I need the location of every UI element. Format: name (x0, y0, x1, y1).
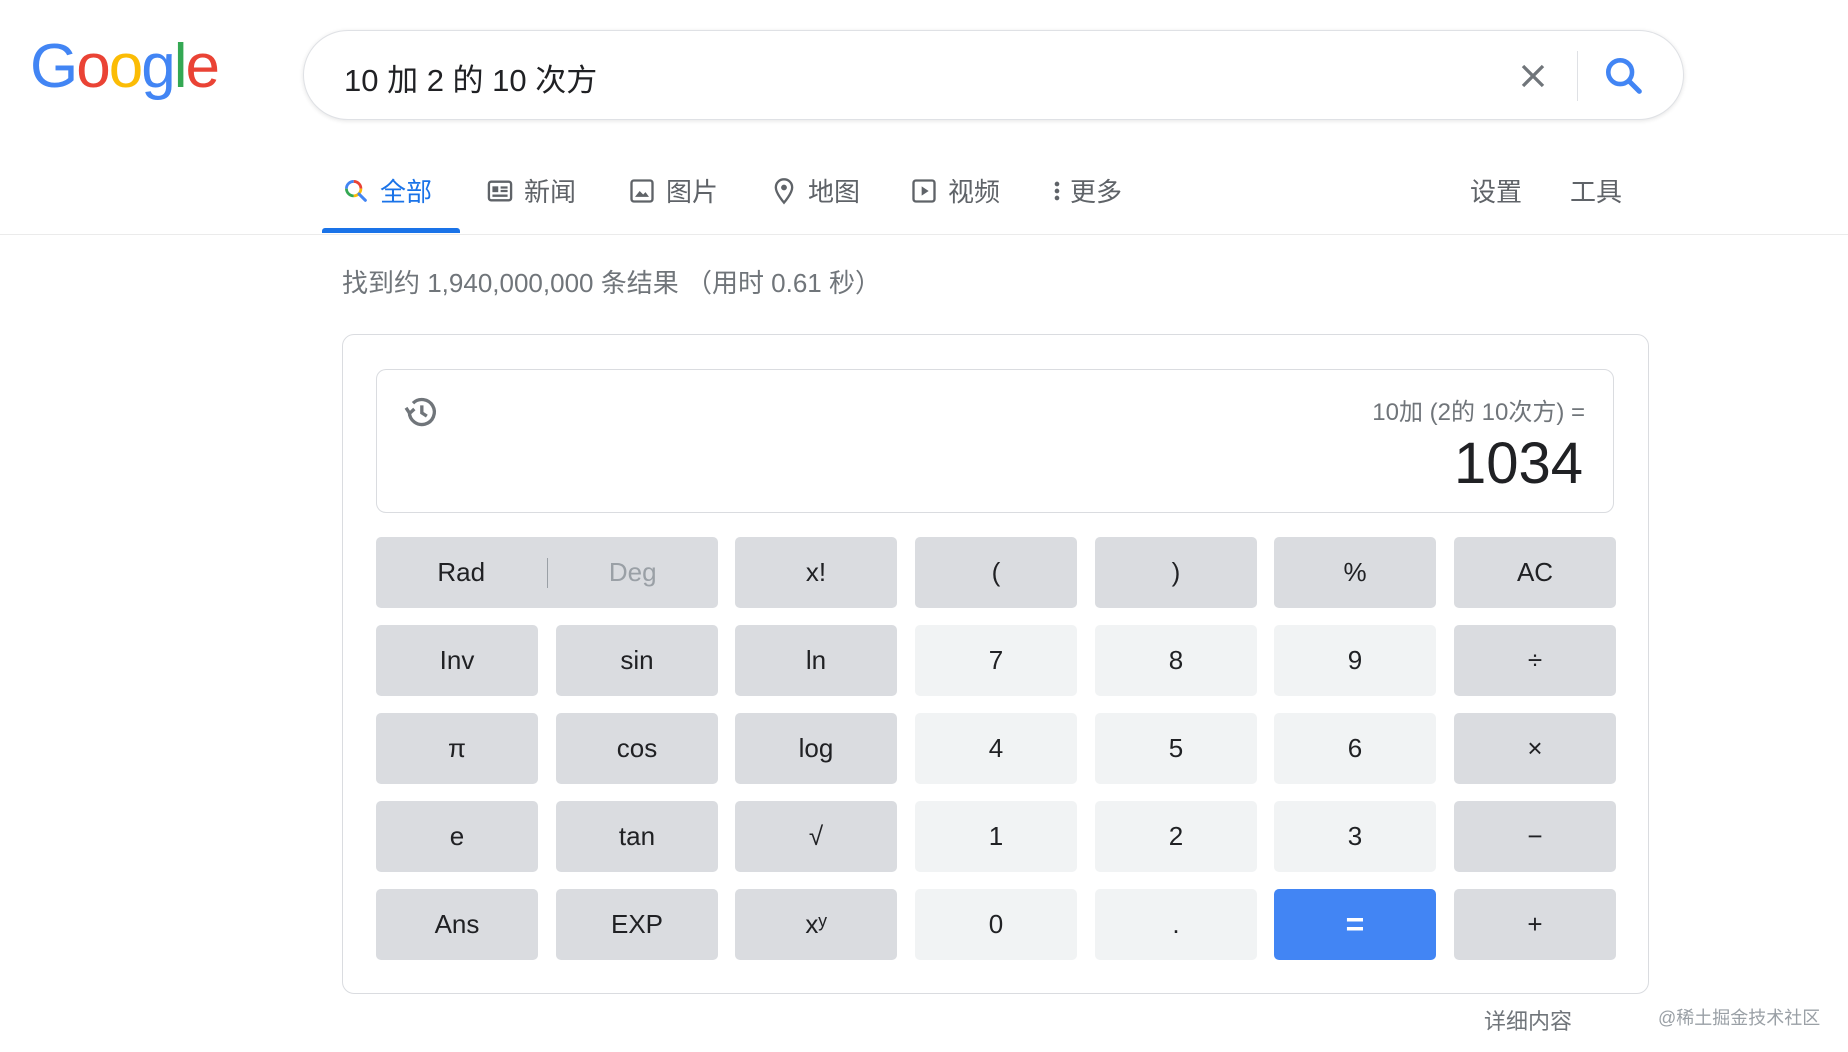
log-button[interactable]: log (735, 713, 897, 784)
calculator-expression: 10加 (2的 10次方) = (1372, 399, 1585, 426)
digit-0-button[interactable]: 0 (915, 889, 1077, 960)
tab-label: 图片 (666, 177, 719, 207)
calculator-card: 10加 (2的 10次方) = 1034 Rad Deg x! ( ) % AC… (342, 334, 1649, 994)
e-button[interactable]: e (376, 801, 538, 872)
tab-label: 视频 (948, 177, 1001, 207)
logo-letter: o (76, 32, 111, 101)
more-vert-icon (1050, 177, 1064, 205)
google-logo[interactable]: Google (30, 32, 220, 101)
nav-divider (0, 234, 1848, 235)
logo-letter: G (30, 32, 78, 101)
rad-button[interactable]: Rad (376, 557, 547, 588)
close-paren-button[interactable]: ) (1095, 537, 1257, 608)
exp-button[interactable]: EXP (556, 889, 718, 960)
equals-button[interactable]: = (1274, 889, 1436, 960)
tab-videos[interactable]: 视频 (910, 172, 1000, 209)
tab-label: 新闻 (524, 177, 577, 207)
news-icon (486, 177, 514, 205)
logo-letter: o (108, 32, 144, 101)
power-button[interactable]: xʸ (735, 889, 897, 960)
calculator-display: 10加 (2的 10次方) = 1034 (376, 369, 1614, 513)
digit-6-button[interactable]: 6 (1274, 713, 1436, 784)
cos-button[interactable]: cos (556, 713, 718, 784)
history-icon[interactable] (401, 392, 441, 432)
digit-4-button[interactable]: 4 (915, 713, 1077, 784)
sin-button[interactable]: sin (556, 625, 718, 696)
tab-news[interactable]: 新闻 (486, 172, 576, 209)
more-details-link[interactable]: 详细内容 (1484, 1004, 1572, 1036)
close-icon[interactable] (1513, 56, 1553, 96)
sqrt-button[interactable]: √ (735, 801, 897, 872)
result-stats: 找到约 1,940,000,000 条结果 （用时 0.61 秒） (342, 268, 881, 298)
digit-9-button[interactable]: 9 (1274, 625, 1436, 696)
decimal-button[interactable]: . (1095, 889, 1257, 960)
tab-more[interactable]: 更多 (1050, 172, 1122, 209)
tab-all[interactable]: 全部 (342, 172, 432, 209)
add-button[interactable]: + (1454, 889, 1616, 960)
logo-letter: g (141, 32, 176, 101)
watermark: @稀土掘金技术社区 (1658, 1008, 1821, 1028)
subtract-button[interactable]: − (1454, 801, 1616, 872)
digit-5-button[interactable]: 5 (1095, 713, 1257, 784)
divide-button[interactable]: ÷ (1454, 625, 1616, 696)
pi-button[interactable]: π (376, 713, 538, 784)
tools-link[interactable]: 工具 (1570, 172, 1622, 209)
deg-button[interactable]: Deg (548, 557, 719, 588)
tab-label: 更多 (1070, 177, 1123, 207)
digit-8-button[interactable]: 8 (1095, 625, 1257, 696)
digit-2-button[interactable]: 2 (1095, 801, 1257, 872)
tan-button[interactable]: tan (556, 801, 718, 872)
tab-label: 全部 (380, 177, 433, 207)
search-box[interactable]: 10 加 2 的 10 次方 (303, 30, 1684, 120)
factorial-button[interactable]: x! (735, 537, 897, 608)
tab-maps[interactable]: 地图 (770, 172, 860, 209)
search-divider (1577, 51, 1578, 101)
digit-3-button[interactable]: 3 (1274, 801, 1436, 872)
search-icon (342, 177, 370, 205)
calculator-result: 1034 (1453, 431, 1583, 496)
logo-letter: l (173, 32, 188, 101)
digit-1-button[interactable]: 1 (915, 801, 1077, 872)
digit-7-button[interactable]: 7 (915, 625, 1077, 696)
percent-button[interactable]: % (1274, 537, 1436, 608)
inv-button[interactable]: Inv (376, 625, 538, 696)
rad-deg-toggle[interactable]: Rad Deg (376, 537, 718, 608)
tab-label: 地图 (808, 177, 861, 207)
search-icon[interactable] (1601, 53, 1647, 99)
play-icon (910, 177, 938, 205)
map-pin-icon (770, 177, 798, 205)
tab-images[interactable]: 图片 (628, 172, 718, 209)
search-input[interactable]: 10 加 2 的 10 次方 (344, 55, 597, 100)
image-icon (628, 177, 656, 205)
ans-button[interactable]: Ans (376, 889, 538, 960)
all-clear-button[interactable]: AC (1454, 537, 1616, 608)
open-paren-button[interactable]: ( (915, 537, 1077, 608)
ln-button[interactable]: ln (735, 625, 897, 696)
active-tab-indicator (322, 228, 460, 233)
logo-letter: e (185, 32, 220, 101)
settings-link[interactable]: 设置 (1470, 172, 1522, 209)
multiply-button[interactable]: × (1454, 713, 1616, 784)
